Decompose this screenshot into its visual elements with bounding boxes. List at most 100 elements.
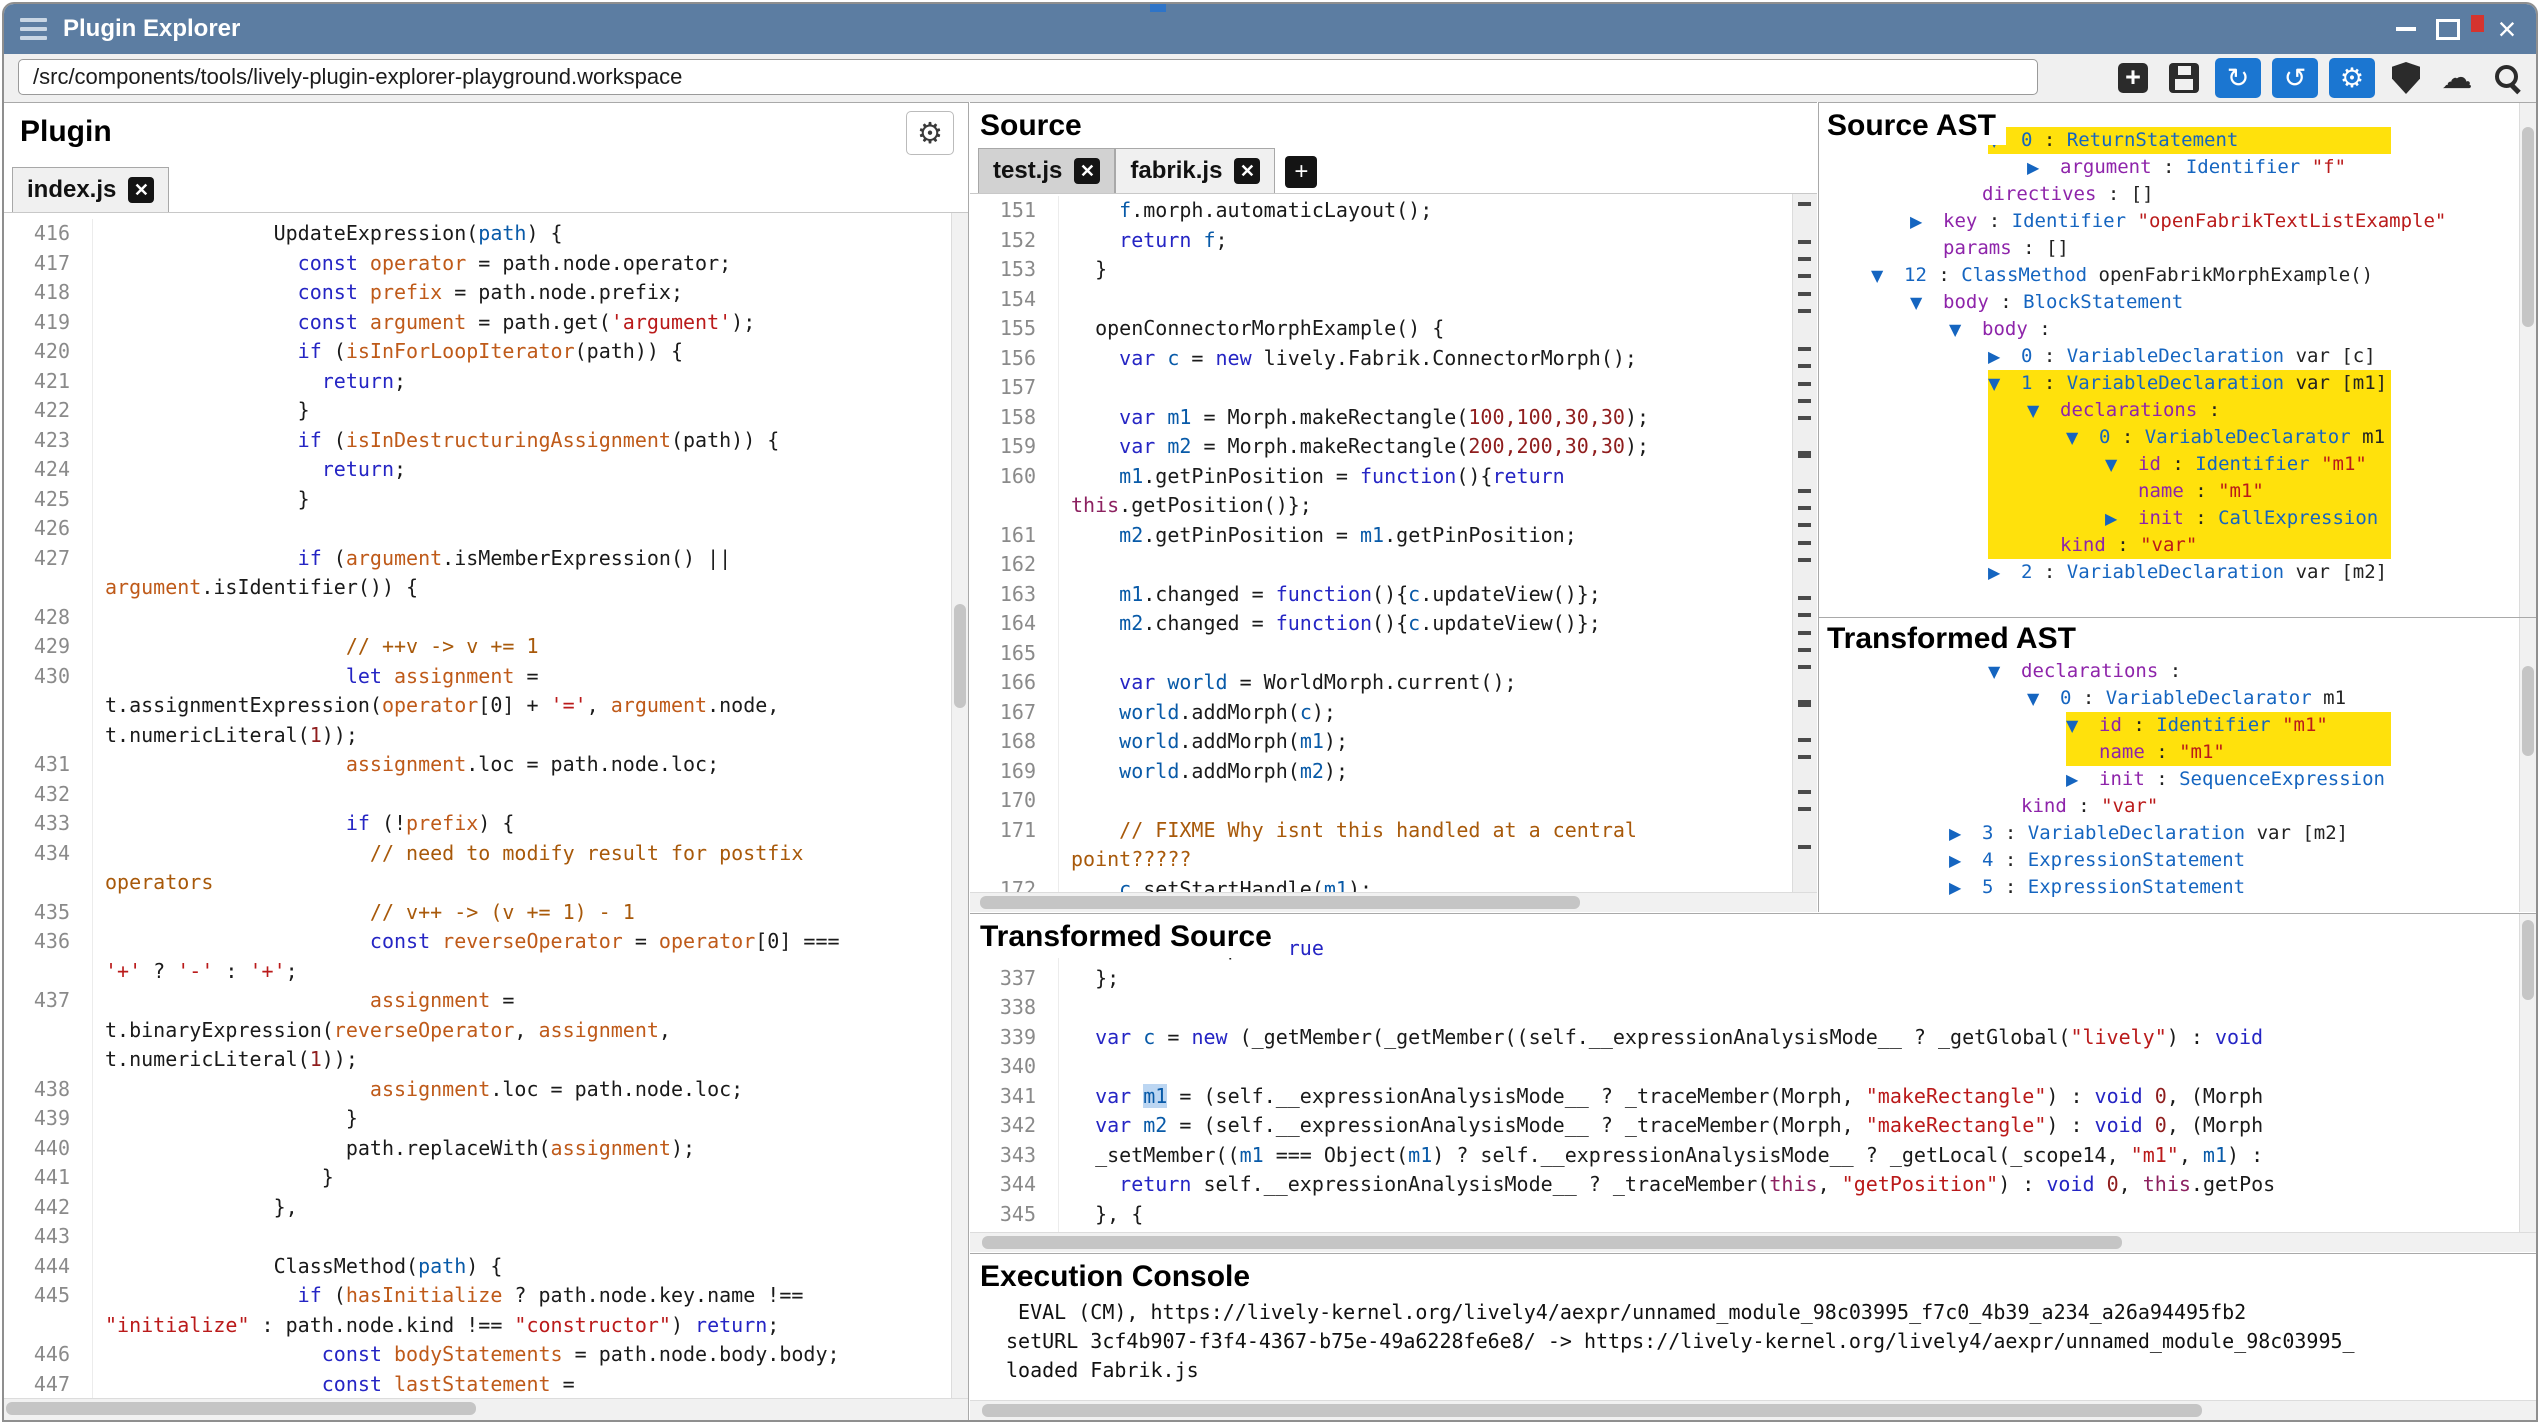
code-line[interactable]: 432 xyxy=(4,780,951,810)
code-line[interactable]: 170 xyxy=(970,786,1793,816)
code-line[interactable]: 443 xyxy=(4,1222,951,1252)
ast-node[interactable]: ▶4 : ExpressionStatement xyxy=(1819,847,2519,874)
ast-node[interactable]: ▶key : Identifier "openFabrikTextListExa… xyxy=(1819,208,2519,235)
code-line[interactable]: 418 const prefix = path.node.prefix; xyxy=(4,278,951,308)
collapse-arrow-icon[interactable]: ▼ xyxy=(2066,424,2099,451)
settings-button[interactable]: ⚙ xyxy=(2329,58,2375,98)
plugin-vertical-scrollbar[interactable] xyxy=(951,213,968,1398)
code-line[interactable]: 439 } xyxy=(4,1104,951,1134)
ast-node[interactable]: ▼declarations : xyxy=(1819,397,2519,424)
code-line[interactable]: 160 m1.getPinPosition = function(){retur… xyxy=(970,462,1793,521)
collapse-arrow-icon[interactable]: ▼ xyxy=(1988,370,2021,397)
ast-node[interactable]: kind : "var" xyxy=(1819,532,2519,559)
code-line[interactable]: 417 const operator = path.node.operator; xyxy=(4,249,951,279)
ast-node[interactable]: ▼0 : VariableDeclarator m1 xyxy=(1819,685,2519,712)
code-line[interactable]: 419 const argument = path.get('argument'… xyxy=(4,308,951,338)
ast-node[interactable]: ▶0 : VariableDeclaration var [c] xyxy=(1819,343,2519,370)
scrollbar-thumb[interactable] xyxy=(954,604,966,708)
ast-node[interactable]: ▼id : Identifier "m1" xyxy=(1819,451,2519,478)
code-line[interactable]: 436 const reverseOperator = operator[0] … xyxy=(4,927,951,986)
source-horizontal-scrollbar[interactable] xyxy=(970,892,1817,912)
add-button[interactable]: + xyxy=(2113,58,2153,98)
save-button[interactable] xyxy=(2164,58,2204,98)
code-line[interactable]: 429 // ++v -> v += 1 xyxy=(4,632,951,662)
maximize-button[interactable] xyxy=(2427,11,2469,47)
code-line[interactable]: 416 UpdateExpression(path) { xyxy=(4,219,951,249)
transformed-ast-tree[interactable]: ▼declarations :▼0 : VariableDeclarator m… xyxy=(1819,658,2519,901)
scrollbar-thumb[interactable] xyxy=(2522,666,2534,756)
ast-node[interactable]: ▼id : Identifier "m1" xyxy=(1819,712,2519,739)
ast-node[interactable]: directives : [] xyxy=(1819,181,2519,208)
ast-node[interactable]: ▼body : BlockStatement xyxy=(1819,289,2519,316)
code-line[interactable]: 437 assignment = t.binaryExpression(reve… xyxy=(4,986,951,1075)
expand-arrow-icon[interactable]: ▶ xyxy=(2066,766,2099,793)
expand-arrow-icon[interactable]: ▶ xyxy=(1949,820,1982,847)
shield-button[interactable] xyxy=(2386,58,2426,98)
code-line[interactable]: 161 m2.getPinPosition = m1.getPinPositio… xyxy=(970,521,1793,551)
scrollbar-thumb[interactable] xyxy=(2522,920,2534,1000)
collapse-arrow-icon[interactable]: ▼ xyxy=(2066,712,2099,739)
code-line[interactable]: 426 xyxy=(4,514,951,544)
close-tab-icon[interactable]: ✕ xyxy=(1074,158,1100,184)
transformed-ast-scrollbar[interactable] xyxy=(2519,618,2536,912)
code-line[interactable]: 341 var m1 = (self.__expressionAnalysisM… xyxy=(970,1082,2519,1112)
code-line[interactable]: 155 openConnectorMorphExample() { xyxy=(970,314,1793,344)
tab-fabrik-js[interactable]: fabrik.js ✕ xyxy=(1115,148,1275,193)
expand-arrow-icon[interactable]: ▶ xyxy=(1910,208,1943,235)
scrollbar-thumb[interactable] xyxy=(982,1236,2122,1249)
code-line[interactable]: 441 } xyxy=(4,1163,951,1193)
code-line[interactable]: 430 let assignment = t.assignmentExpress… xyxy=(4,662,951,751)
code-line[interactable]: 445 if (hasInitialize ? path.node.key.na… xyxy=(4,1281,951,1340)
add-tab-button[interactable]: + xyxy=(1285,156,1317,188)
expand-arrow-icon[interactable]: ▶ xyxy=(1988,559,2021,586)
code-line[interactable]: 158 var m1 = Morph.makeRectangle(100,100… xyxy=(970,403,1793,433)
code-line[interactable]: 151 f.morph.automaticLayout(); xyxy=(970,196,1793,226)
scrollbar-thumb[interactable] xyxy=(6,1402,476,1415)
code-line[interactable]: 337 }; xyxy=(970,964,2519,994)
plugin-settings-button[interactable]: ⚙ xyxy=(906,111,954,155)
collapse-arrow-icon[interactable]: ▼ xyxy=(1949,316,1982,343)
code-line[interactable]: 427 if (argument.isMemberExpression() ||… xyxy=(4,544,951,603)
ast-node[interactable]: kind : "var" xyxy=(1819,793,2519,820)
code-line[interactable]: 425 } xyxy=(4,485,951,515)
ast-node[interactable]: ▼12 : ClassMethod openFabrikMorphExample… xyxy=(1819,262,2519,289)
code-line[interactable]: 422 } xyxy=(4,396,951,426)
code-line[interactable]: 168 world.addMorph(m1); xyxy=(970,727,1793,757)
expand-arrow-icon[interactable]: ▶ xyxy=(1949,847,1982,874)
collapse-arrow-icon[interactable]: ▼ xyxy=(2105,451,2138,478)
minimize-button[interactable] xyxy=(2385,11,2427,47)
collapse-arrow-icon[interactable]: ▼ xyxy=(1910,289,1943,316)
code-line[interactable]: 421 return; xyxy=(4,367,951,397)
transformed-source-editor[interactable]: 336 isScope: true337 };338339 var c = ne… xyxy=(970,914,2519,1232)
sync-alt-button[interactable]: ↺ xyxy=(2272,58,2318,98)
ast-node[interactable]: ▶init : SequenceExpression xyxy=(1819,766,2519,793)
titlebar[interactable]: Plugin Explorer × xyxy=(4,4,2536,55)
code-line[interactable]: 344 return self.__expressionAnalysisMode… xyxy=(970,1170,2519,1200)
sync-button[interactable]: ↻ xyxy=(2215,58,2261,98)
ast-node[interactable]: name : "m1" xyxy=(1819,739,2519,766)
expand-arrow-icon[interactable]: ▶ xyxy=(1988,343,2021,370)
code-line[interactable]: 338 xyxy=(970,993,2519,1023)
ast-node[interactable]: ▶init : CallExpression xyxy=(1819,505,2519,532)
code-line[interactable]: 440 path.replaceWith(assignment); xyxy=(4,1134,951,1164)
ast-node[interactable]: ▼1 : VariableDeclaration var [m1] xyxy=(1819,370,2519,397)
code-line[interactable]: 446 const bodyStatements = path.node.bod… xyxy=(4,1340,951,1370)
code-line[interactable]: 431 assignment.loc = path.node.loc; xyxy=(4,750,951,780)
source-ast-tree[interactable]: ▼0 : ReturnStatement▶argument : Identifi… xyxy=(1819,127,2519,586)
collapse-arrow-icon[interactable]: ▼ xyxy=(1988,658,2021,685)
code-line[interactable]: 428 xyxy=(4,603,951,633)
cloud-button[interactable]: ☁ xyxy=(2437,58,2477,98)
code-line[interactable]: 444 ClassMethod(path) { xyxy=(4,1252,951,1282)
code-line[interactable]: 420 if (isInForLoopIterator(path)) { xyxy=(4,337,951,367)
expand-arrow-icon[interactable]: ▶ xyxy=(1949,874,1982,901)
expand-arrow-icon[interactable]: ▶ xyxy=(2027,154,2060,181)
code-line[interactable]: 340 xyxy=(970,1052,2519,1082)
console-horizontal-scrollbar[interactable] xyxy=(970,1400,2536,1420)
scrollbar-thumb[interactable] xyxy=(980,896,1580,909)
code-line[interactable]: 434 // need to modify result for postfix… xyxy=(4,839,951,898)
plugin-code-editor[interactable]: 416 UpdateExpression(path) {417 const op… xyxy=(4,213,951,1398)
collapse-arrow-icon[interactable]: ▼ xyxy=(2027,397,2060,424)
collapse-arrow-icon[interactable]: ▼ xyxy=(1871,262,1904,289)
code-line[interactable]: 165 xyxy=(970,639,1793,669)
code-line[interactable]: 424 return; xyxy=(4,455,951,485)
